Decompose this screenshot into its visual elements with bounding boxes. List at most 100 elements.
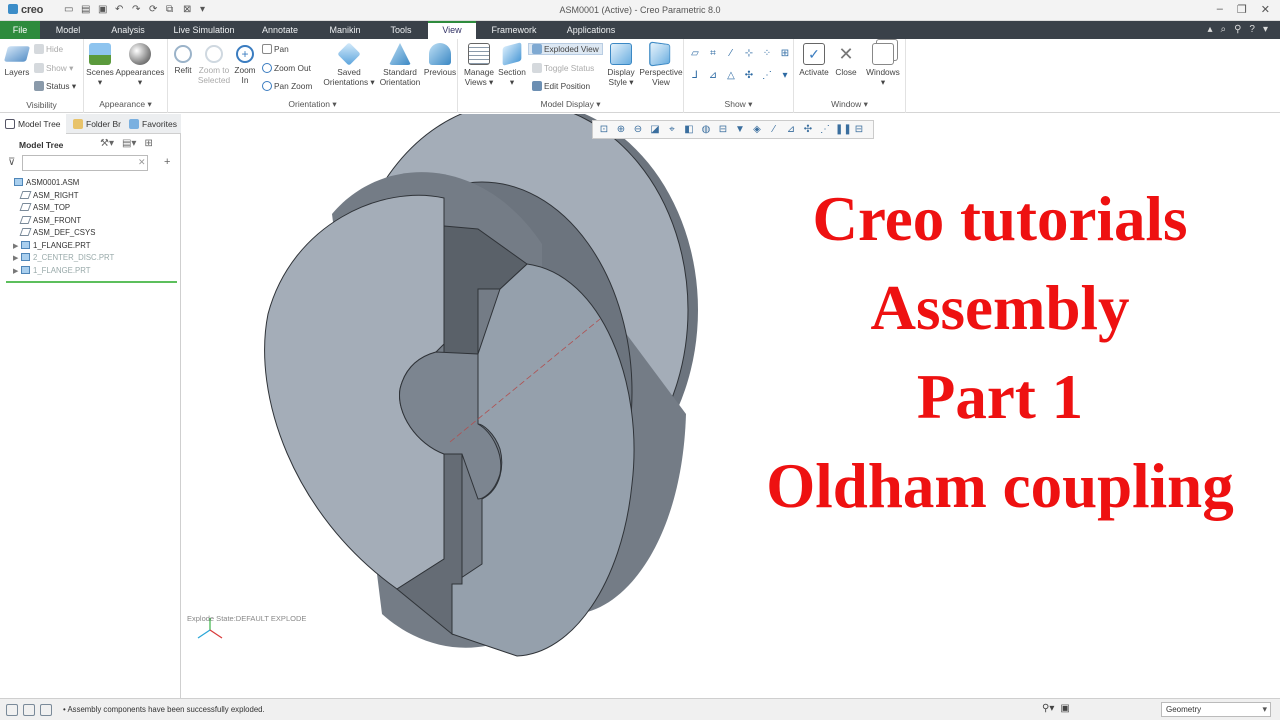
section-button[interactable]: Section ▾ xyxy=(496,42,528,87)
datum-display-icon[interactable]: ⁄ xyxy=(767,123,781,137)
toggle-navigator-icon[interactable] xyxy=(6,704,18,716)
pause-icon[interactable]: ❚❚ xyxy=(835,123,852,137)
model-tree-filter-input[interactable] xyxy=(22,155,148,171)
collapse-ribbon-icon[interactable]: ▴ xyxy=(1207,24,1212,35)
refit-icon[interactable]: ⊡ xyxy=(597,123,611,137)
group-label-show[interactable]: Show ▾ xyxy=(684,99,793,110)
toolbar-settings-icon[interactable]: ⊟ xyxy=(852,123,866,137)
toggle-browser-icon[interactable] xyxy=(23,704,35,716)
tree-show-icon[interactable]: ▤▾ xyxy=(122,138,136,149)
saved-orientations-icon[interactable]: ◍ xyxy=(699,123,713,137)
csys-display-icon[interactable]: ⅃ xyxy=(688,69,702,83)
tab-applications[interactable]: Applications xyxy=(556,21,626,39)
full-screen-icon[interactable] xyxy=(40,704,52,716)
close-icon[interactable]: ✕ xyxy=(1261,3,1270,16)
tree-item[interactable]: ASM0001.ASM xyxy=(6,177,178,190)
previous-button[interactable]: Previous xyxy=(422,43,458,77)
restore-icon[interactable]: ❐ xyxy=(1237,3,1247,16)
edit-position-button[interactable]: Edit Position xyxy=(532,81,590,91)
tree-item[interactable]: ▶ 1_FLANGE.PRT xyxy=(6,265,178,278)
expand-icon[interactable]: ▾ xyxy=(1263,24,1268,35)
add-filter-icon[interactable]: + xyxy=(164,156,170,168)
plane-tag-icon[interactable]: ⌗ xyxy=(706,47,720,61)
group-label-window[interactable]: Window ▾ xyxy=(794,99,905,110)
tree-settings-icon[interactable]: ⚒▾ xyxy=(100,138,114,149)
zoom-to-selected-button[interactable]: Zoom to Selected xyxy=(196,43,232,85)
layers-button[interactable]: Layers xyxy=(3,43,31,77)
tree-item[interactable]: ▶ 2_CENTER_DISC.PRT xyxy=(6,252,178,265)
appearances-button[interactable]: Appearances ▾ xyxy=(114,43,166,87)
group-label-appearance[interactable]: Appearance ▾ xyxy=(84,99,167,110)
help-icon[interactable]: ? xyxy=(1249,24,1255,35)
point-tag-icon[interactable]: ⊞ xyxy=(778,47,792,61)
zoom-out-button[interactable]: Zoom Out xyxy=(262,63,311,73)
tab-framework[interactable]: Framework xyxy=(484,21,544,39)
windows-button[interactable]: Windows ▾ xyxy=(866,43,900,87)
tab-view[interactable]: View xyxy=(428,21,476,39)
zoom-in-icon[interactable]: ⊕ xyxy=(614,123,628,137)
refit-button[interactable]: Refit xyxy=(170,43,196,75)
display-style-button[interactable]: Display Style ▾ xyxy=(604,43,638,87)
pan-button[interactable]: Pan xyxy=(262,44,289,54)
close-button[interactable]: ✕ Close xyxy=(832,43,860,77)
tree-item[interactable]: ASM_DEF_CSYS xyxy=(6,227,178,240)
exploded-view-button[interactable]: Exploded View xyxy=(528,43,603,55)
section-icon[interactable]: ◈ xyxy=(750,123,764,137)
show-more-icon[interactable]: ▾ xyxy=(778,69,792,83)
tab-live-simulation[interactable]: Live Simulation xyxy=(164,21,244,39)
axis-display-icon[interactable]: ⁄ xyxy=(724,47,738,61)
group-label-orientation[interactable]: Orientation ▾ xyxy=(168,99,457,110)
tab-model[interactable]: Model xyxy=(44,21,92,39)
annotation-icon[interactable]: ⊿ xyxy=(784,123,798,137)
tab-file[interactable]: File xyxy=(0,21,40,39)
command-search-icon[interactable]: ⚲ xyxy=(1234,24,1241,35)
selection-buffer-icon[interactable]: ▣ xyxy=(1060,703,1069,714)
pan-zoom-button[interactable]: Pan Zoom xyxy=(262,81,312,91)
search-icon[interactable]: ⌕ xyxy=(1220,24,1226,35)
filter-icon[interactable]: ⊽ xyxy=(8,157,15,168)
explode-lines-icon[interactable]: ⋰ xyxy=(818,123,832,137)
annotation-display-icon[interactable]: △ xyxy=(724,69,738,83)
tab-favorites[interactable]: Favorites xyxy=(124,114,180,134)
hide-button[interactable]: Hide xyxy=(34,44,63,54)
plane-display-icon[interactable]: ▱ xyxy=(688,47,702,61)
show-button[interactable]: Show ▾ xyxy=(34,63,73,73)
spin-center-icon[interactable]: ✣ xyxy=(742,69,756,83)
repaint-icon[interactable]: ◪ xyxy=(648,123,662,137)
tab-annotate[interactable]: Annotate xyxy=(252,21,308,39)
expand-arrow-icon[interactable]: ▶ xyxy=(13,266,21,279)
minimize-icon[interactable]: – xyxy=(1217,3,1223,16)
tree-item[interactable]: ASM_FRONT xyxy=(6,215,178,228)
find-icon[interactable]: ⚲▾ xyxy=(1042,703,1054,714)
selection-filter-dropdown[interactable]: Geometry xyxy=(1161,702,1271,717)
explode-lines-icon[interactable]: ⋰ xyxy=(760,69,774,83)
view-manager-list-icon[interactable]: ⊟ xyxy=(716,123,730,137)
tab-manikin[interactable]: Manikin xyxy=(316,21,374,39)
point-display-icon[interactable]: ⁘ xyxy=(760,47,774,61)
zoom-out-icon[interactable]: ⊖ xyxy=(631,123,645,137)
saved-orientations-button[interactable]: Saved Orientations ▾ xyxy=(320,42,378,87)
tab-model-tree[interactable]: Model Tree xyxy=(0,114,66,134)
tab-tools[interactable]: Tools xyxy=(380,21,422,39)
tree-columns-icon[interactable]: ⊞ xyxy=(144,138,152,149)
tree-item[interactable]: ASM_TOP xyxy=(6,202,178,215)
clear-filter-icon[interactable]: ✕ xyxy=(138,157,146,168)
status-button[interactable]: Status ▾ xyxy=(34,81,76,91)
axis-tag-icon[interactable]: ⊹ xyxy=(742,47,756,61)
perspective-icon[interactable]: ▼ xyxy=(733,123,747,137)
perspective-view-button[interactable]: Perspective View xyxy=(638,41,684,87)
view-manager-icon[interactable]: ⌖ xyxy=(665,123,679,137)
activate-button[interactable]: ✓ Activate xyxy=(798,43,830,77)
tree-item[interactable]: ▶ 1_FLANGE.PRT xyxy=(6,240,178,253)
display-style-icon[interactable]: ◧ xyxy=(682,123,696,137)
csys-tag-icon[interactable]: ⊿ xyxy=(706,69,720,83)
standard-orientation-button[interactable]: Standard Orientation xyxy=(378,43,422,87)
group-label-model-display[interactable]: Model Display ▾ xyxy=(458,99,683,110)
zoom-in-button[interactable]: + Zoom In xyxy=(232,43,258,85)
spin-center-icon[interactable]: ✣ xyxy=(801,123,815,137)
scenes-button[interactable]: Scenes ▾ xyxy=(86,43,114,87)
manage-views-button[interactable]: Manage Views ▾ xyxy=(462,43,496,87)
toggle-status-button[interactable]: Toggle Status xyxy=(532,63,594,73)
tab-folder-browser[interactable]: Folder Br xyxy=(68,114,122,134)
tab-analysis[interactable]: Analysis xyxy=(100,21,156,39)
